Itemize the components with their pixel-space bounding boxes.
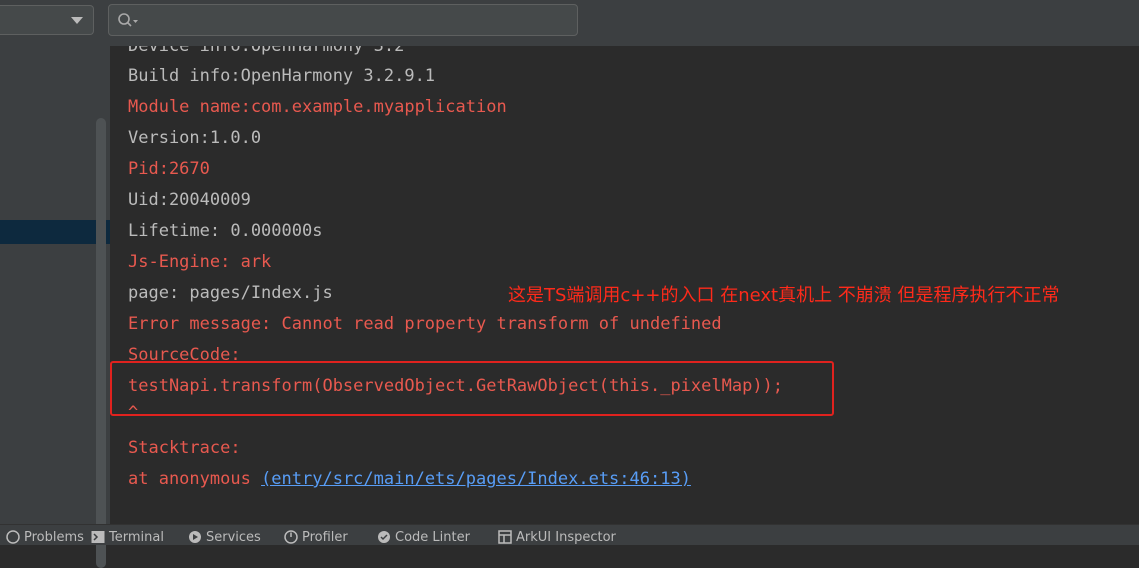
left-panel bbox=[0, 46, 110, 568]
stacktrace-prefix: at anonymous bbox=[128, 469, 262, 489]
console-line: Lifetime: 0.000000s bbox=[128, 221, 323, 241]
tab-profiler[interactable]: Profiler bbox=[284, 530, 348, 545]
tab-label: Problems bbox=[24, 530, 84, 545]
chevron-down-icon[interactable] bbox=[71, 17, 83, 24]
stacktrace-line: at anonymous (entry/src/main/ets/pages/I… bbox=[128, 469, 691, 489]
annotation-note: 这是TS端调用c++的入口 在next真机上 不崩溃 但是程序执行不正常 bbox=[508, 285, 1060, 306]
tab-label: Services bbox=[206, 530, 261, 545]
tab-problems[interactable]: Problems bbox=[6, 530, 84, 545]
tab-arkui-inspector[interactable]: ArkUI Inspector bbox=[498, 530, 616, 545]
console-line: Uid:20040009 bbox=[128, 190, 251, 210]
console-line: Version:1.0.0 bbox=[128, 128, 262, 148]
search-icon bbox=[118, 13, 138, 27]
tab-label: Terminal bbox=[109, 530, 164, 545]
tab-label: Profiler bbox=[302, 530, 348, 545]
selected-log-entry[interactable] bbox=[0, 220, 110, 244]
tab-terminal[interactable]: Terminal bbox=[91, 530, 164, 545]
left-panel-scrollbar[interactable] bbox=[96, 118, 106, 568]
terminal-icon bbox=[91, 531, 105, 543]
bottom-toolbar: Problems Terminal Services Profiler Code… bbox=[0, 524, 1139, 545]
profiler-icon bbox=[284, 530, 298, 544]
problems-icon bbox=[6, 530, 20, 544]
tab-services[interactable]: Services bbox=[188, 530, 261, 545]
console-line: Error message: Cannot read property tran… bbox=[128, 314, 722, 334]
highlight-box bbox=[110, 361, 834, 416]
source-location-link[interactable]: (entry/src/main/ets/pages/Index.ets:46:1… bbox=[261, 469, 691, 489]
console-line: Pid:2670 bbox=[128, 159, 210, 179]
console-line: Module name:com.example.myapplication bbox=[128, 97, 507, 117]
console-line: Stacktrace: bbox=[128, 438, 241, 458]
filter-dropdown[interactable] bbox=[0, 5, 94, 35]
log-console: Device info:OpenHarmony 3.2 Build info:O… bbox=[110, 46, 1139, 524]
console-line: page: pages/Index.js bbox=[128, 283, 333, 303]
tab-label: Code Linter bbox=[395, 530, 470, 545]
console-line: Js-Engine: ark bbox=[128, 252, 272, 272]
search-input[interactable] bbox=[108, 4, 578, 36]
code-linter-icon bbox=[378, 531, 390, 543]
tab-code-linter[interactable]: Code Linter bbox=[377, 530, 470, 545]
console-line: Device info:OpenHarmony 3.2 bbox=[128, 46, 405, 56]
top-toolbar bbox=[0, 0, 1139, 46]
tab-label: ArkUI Inspector bbox=[516, 530, 616, 545]
arkui-inspector-icon bbox=[498, 530, 512, 544]
console-line: Build info:OpenHarmony 3.2.9.1 bbox=[128, 66, 436, 86]
services-icon bbox=[189, 531, 201, 543]
